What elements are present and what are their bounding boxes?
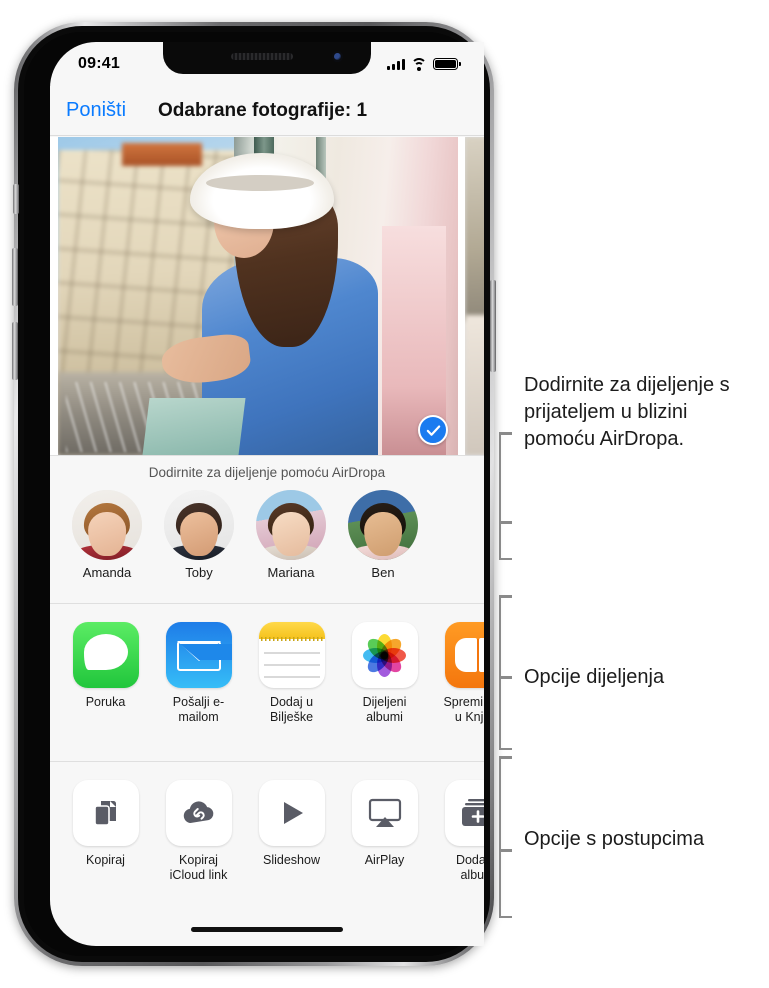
action-label: Kopiraj (86, 853, 125, 867)
avatar-toby (164, 490, 234, 560)
side-power-button[interactable] (490, 280, 496, 372)
airdrop-contact[interactable]: Ben (348, 490, 418, 580)
action-copy-icloud-link[interactable]: Kopiraj iCloud link (161, 780, 236, 884)
share-option-label: Pošalji e-mailom (172, 695, 225, 725)
volume-up-button[interactable] (12, 248, 18, 306)
airdrop-contact-name: Mariana (267, 565, 315, 580)
screenshot-root: 09:41 Poništi Odabrane fotografije: 1 Do… (0, 0, 769, 988)
copy-icon (72, 780, 139, 846)
mail-icon (165, 622, 232, 688)
books-icon (444, 622, 484, 688)
share-option-message[interactable]: Poruka (68, 622, 143, 726)
add-to-album-icon (444, 780, 484, 846)
device-screen: 09:41 Poništi Odabrane fotografije: 1 Do… (50, 42, 484, 946)
action-slideshow[interactable]: Slideshow (254, 780, 329, 884)
share-option-shared-albums[interactable]: Dijeljeni albumi (347, 622, 422, 726)
airdrop-contact-name: Toby (185, 565, 213, 580)
callout-text: Opcije s postupcima (524, 828, 705, 850)
airdrop-contact[interactable]: Amanda (72, 490, 142, 580)
share-option-label: Spremi PDF u Knjige (443, 695, 484, 725)
volume-down-button[interactable] (12, 322, 18, 380)
airdrop-section: Dodirnite za dijeljenje pomoću AirDropa … (50, 455, 484, 603)
wifi-icon (411, 58, 427, 71)
callout-text: Dodirnite za dijeljenje s prijateljem u … (524, 374, 730, 451)
iphone-device: 09:41 Poništi Odabrane fotografije: 1 Do… (12, 22, 496, 966)
share-options-row: Poruka Pošalji e-mailom Dodaj u Bilješke (50, 603, 484, 761)
callout-text: Opcije dijeljenja (524, 666, 665, 688)
airdrop-contact[interactable]: Toby (164, 490, 234, 580)
action-add-to-album[interactable]: Dodaj u album (440, 780, 484, 884)
earpiece-speaker-icon (231, 53, 294, 60)
selected-photo[interactable] (58, 137, 458, 455)
home-indicator[interactable] (191, 927, 343, 932)
checkmark-circle-icon[interactable] (418, 415, 448, 445)
action-options-row: Kopiraj Kopiraj iCloud link Slideshow Ai… (50, 761, 484, 898)
cellular-bars-icon (387, 58, 405, 70)
action-label: Kopiraj iCloud link (169, 853, 228, 883)
silent-switch[interactable] (13, 184, 19, 214)
notch (163, 42, 371, 74)
action-airplay[interactable]: AirPlay (347, 780, 422, 884)
selected-photos-strip (50, 137, 484, 455)
airdrop-contact-name: Amanda (82, 565, 132, 580)
navigation-bar: Poništi Odabrane fotografije: 1 (50, 86, 484, 136)
messages-icon (72, 622, 139, 688)
share-option-label: Dodaj u Bilješke (269, 695, 314, 725)
next-photo-thumbnail[interactable] (465, 137, 484, 455)
action-copy[interactable]: Kopiraj (68, 780, 143, 884)
photos-icon (351, 622, 418, 688)
battery-full-icon (433, 58, 461, 70)
avatar-ben (348, 490, 418, 560)
share-option-mail[interactable]: Pošalji e-mailom (161, 622, 236, 726)
share-option-books[interactable]: Spremi PDF u Knjige (440, 622, 484, 726)
notes-icon (258, 622, 325, 688)
status-time: 09:41 (78, 55, 120, 72)
share-option-notes[interactable]: Dodaj u Bilješke (254, 622, 329, 726)
page-title: Odabrane fotografije: 1 (158, 99, 368, 121)
avatar-amanda (72, 490, 142, 560)
airdrop-contacts-row: Amanda Toby Mariana Ben (50, 480, 484, 580)
front-camera-icon (332, 51, 343, 62)
action-label: AirPlay (364, 853, 405, 867)
action-label: Slideshow (263, 853, 320, 867)
airdrop-contact-name: Ben (371, 565, 395, 580)
status-indicators (387, 58, 461, 71)
icloud-link-icon (165, 780, 232, 846)
cancel-button[interactable]: Poništi (66, 99, 126, 122)
share-option-label: Poruka (85, 695, 126, 709)
action-label: Dodaj u album (455, 853, 484, 883)
avatar-mariana (256, 490, 326, 560)
airdrop-hint: Dodirnite za dijeljenje pomoću AirDropa (148, 465, 386, 480)
airplay-icon (351, 780, 418, 846)
airdrop-contact[interactable]: Mariana (256, 490, 326, 580)
share-option-label: Dijeljeni albumi (362, 695, 407, 725)
play-icon (258, 780, 325, 846)
